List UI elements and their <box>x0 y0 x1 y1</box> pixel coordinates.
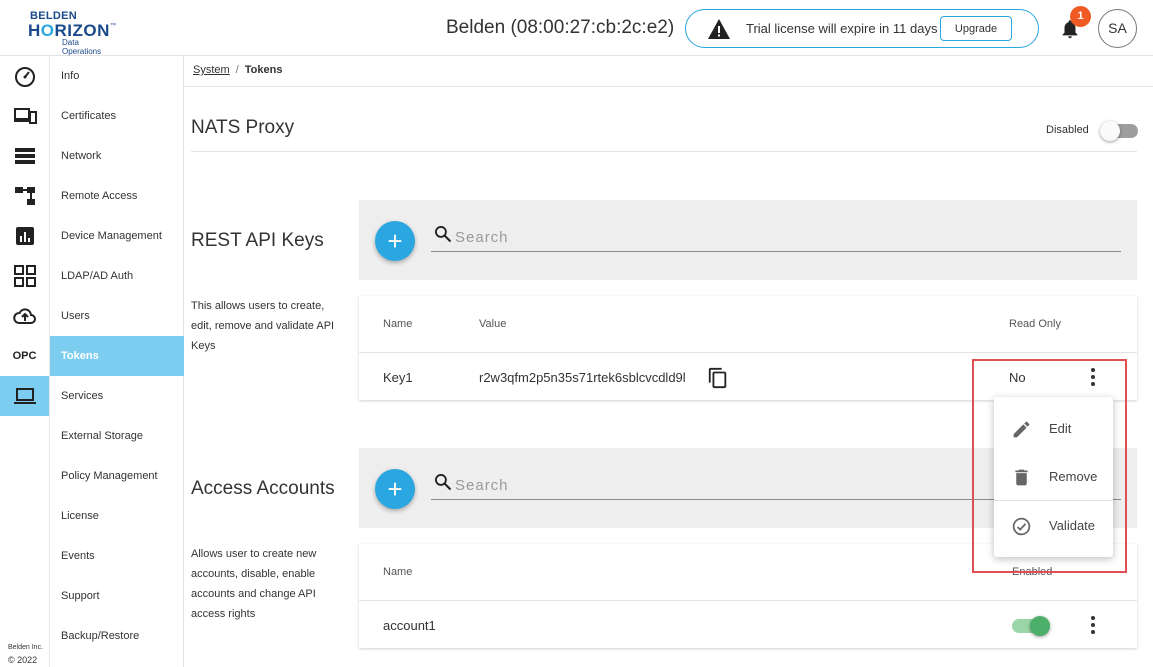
breadcrumb-divider <box>184 86 1153 87</box>
breadcrumb-separator: / <box>235 64 239 76</box>
rail-list[interactable] <box>0 136 49 176</box>
subnav-item-services[interactable]: Services <box>50 376 184 416</box>
nats-proxy-toggle[interactable] <box>1100 121 1138 141</box>
subnav-item-events[interactable]: Events <box>50 536 184 576</box>
subnav-item-license[interactable]: License <box>50 496 184 536</box>
trial-license-banner: Trial license will expire in 11 days Upg… <box>685 9 1039 48</box>
subnav-item-external-storage[interactable]: External Storage <box>50 416 184 456</box>
belden-horizon-logo[interactable]: BELDEN HORIZON ™ Data Operations <box>28 10 118 56</box>
subnav-item-remote-access[interactable]: Remote Access <box>50 176 184 216</box>
copyright-company: Belden Inc. <box>8 644 44 651</box>
api-keys-search-panel: + <box>359 200 1137 280</box>
search-icon <box>435 226 452 243</box>
warning-icon <box>708 19 730 39</box>
user-avatar[interactable]: SA <box>1098 9 1137 48</box>
nats-proxy-title: NATS Proxy <box>191 117 295 138</box>
hierarchy-icon <box>14 187 35 205</box>
toggle-knob <box>1100 121 1120 141</box>
subnav-item-backup-restore[interactable]: Backup/Restore <box>50 616 184 656</box>
logo-tm: ™ <box>110 23 116 29</box>
column-header-value: Value <box>479 318 507 330</box>
search-icon <box>435 474 452 491</box>
header-divider <box>359 352 1137 353</box>
subnav-item-ldap-ad-auth[interactable]: LDAP/AD Auth <box>50 256 184 296</box>
cloud-upload-icon <box>12 308 36 324</box>
analytics-icon <box>15 227 34 245</box>
trial-message: Trial license will expire in 11 days <box>746 21 938 36</box>
system-subnav: Info Certificates Network Remote Access … <box>49 56 184 667</box>
account-name: account1 <box>383 618 436 633</box>
highlight-box <box>972 359 1127 573</box>
rail-system[interactable] <box>0 376 49 416</box>
top-header: BELDEN HORIZON ™ Data Operations Belden … <box>0 0 1153 56</box>
subnav-item-users[interactable]: Users <box>50 296 184 336</box>
dashboard-icon <box>14 67 35 87</box>
opc-icon: OPC <box>12 350 37 362</box>
api-keys-search-input[interactable] <box>455 227 1055 247</box>
accounts-search-input[interactable] <box>455 475 1055 495</box>
rail-devices[interactable] <box>0 96 49 136</box>
copyright: Belden Inc. © 2022 <box>8 641 43 667</box>
breadcrumb: System / Tokens <box>193 64 282 76</box>
rail-hierarchy[interactable] <box>0 176 49 216</box>
column-header-name: Name <box>383 318 413 330</box>
rail-analytics[interactable] <box>0 216 49 256</box>
list-icon <box>14 148 35 164</box>
nats-divider <box>191 151 1137 152</box>
header-divider <box>359 600 1137 601</box>
subnav-item-info[interactable]: Info <box>50 56 184 96</box>
rail-apps[interactable] <box>0 256 49 296</box>
rail-opc[interactable]: OPC <box>0 336 49 376</box>
account-enabled-toggle[interactable] <box>1012 616 1050 636</box>
account-more-icon[interactable] <box>1089 616 1097 634</box>
add-api-key-button[interactable]: + <box>375 221 415 261</box>
subnav-item-device-management[interactable]: Device Management <box>50 216 184 256</box>
subnav-item-tokens[interactable]: Tokens <box>50 336 184 376</box>
devices-icon <box>13 108 37 124</box>
api-key-value: r2w3qfm2p5n35s71rtek6sblcvcdld9l <box>479 370 686 385</box>
breadcrumb-system-link[interactable]: System <box>193 64 230 76</box>
api-keys-search <box>431 222 1121 252</box>
device-title: Belden (08:00:27:cb:2c:e2) <box>446 17 675 38</box>
rail-cloud[interactable] <box>0 296 49 336</box>
subnav-item-certificates[interactable]: Certificates <box>50 96 184 136</box>
add-account-button[interactable]: + <box>375 469 415 509</box>
icon-rail: OPC <box>0 56 49 667</box>
subnav-item-network[interactable]: Network <box>50 136 184 176</box>
column-header-read-only: Read Only <box>1009 318 1061 330</box>
logo-line3: Data Operations <box>62 38 102 56</box>
access-accounts-description: Allows user to create new accounts, disa… <box>191 548 317 620</box>
subnav-item-policy-management[interactable]: Policy Management <box>50 456 184 496</box>
api-key-name: Key1 <box>383 370 413 385</box>
access-accounts-title: Access Accounts <box>191 478 335 499</box>
copyright-year: © 2022 <box>8 655 38 665</box>
copy-icon[interactable] <box>707 367 729 389</box>
apps-icon <box>13 265 36 287</box>
rest-api-keys-title: REST API Keys <box>191 230 324 251</box>
toggle-knob <box>1030 616 1050 636</box>
notification-badge: 1 <box>1070 6 1091 27</box>
subnav-item-support[interactable]: Support <box>50 576 184 616</box>
rest-api-keys-description: This allows users to create, edit, remov… <box>191 300 335 352</box>
laptop-icon <box>13 388 36 404</box>
column-header-name: Name <box>383 566 413 578</box>
nats-status-label: Disabled <box>1046 124 1089 136</box>
upgrade-button[interactable]: Upgrade <box>940 16 1012 41</box>
breadcrumb-current: Tokens <box>244 64 283 76</box>
rail-dashboard[interactable] <box>0 56 49 96</box>
